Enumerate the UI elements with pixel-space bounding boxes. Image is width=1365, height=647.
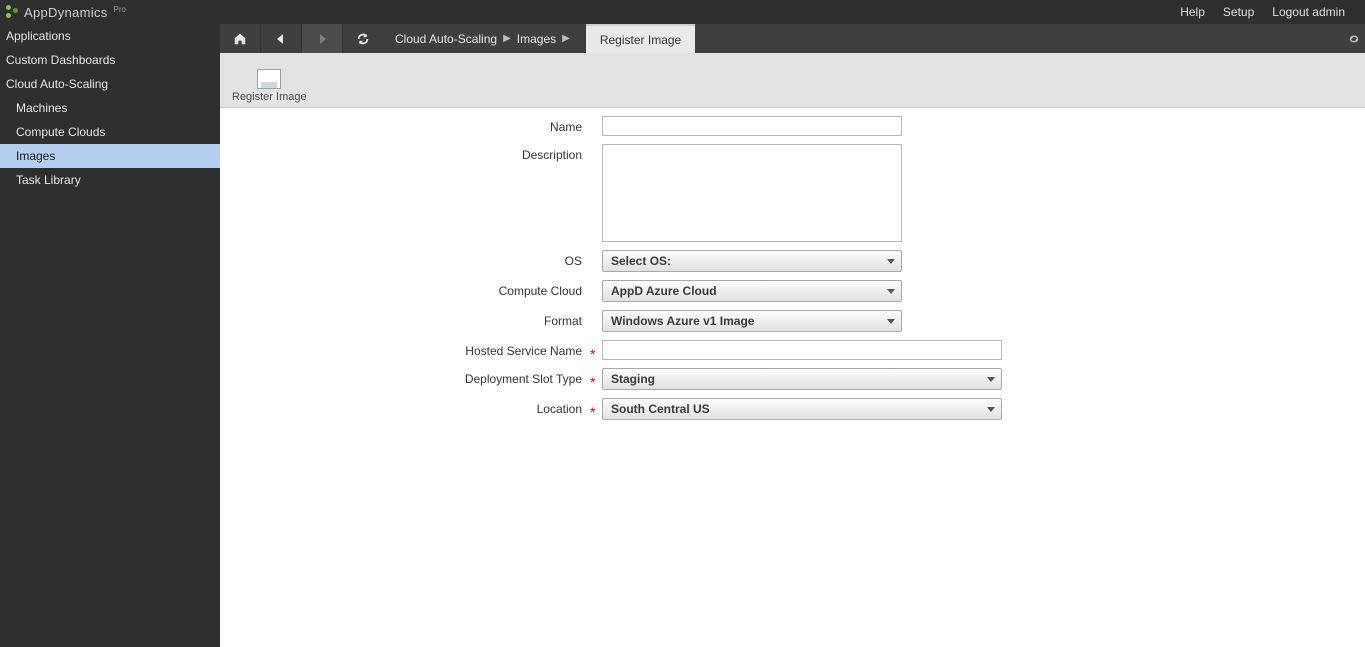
top-header: AppDynamics Pro Help Setup Logout admin	[0, 0, 1365, 24]
back-icon	[276, 34, 286, 44]
row-location: Location * South Central US	[220, 398, 1365, 420]
description-input[interactable]	[602, 144, 902, 242]
breadcrumb-item-1[interactable]: Images	[517, 32, 556, 46]
format-value: Windows Azure v1 Image	[611, 314, 754, 328]
row-compute-cloud: Compute Cloud AppD Azure Cloud	[220, 280, 1365, 302]
sidebar-item-applications[interactable]: Applications	[0, 24, 220, 48]
row-hosted-service: Hosted Service Name *	[220, 340, 1365, 360]
label-format: Format	[220, 310, 588, 328]
compute-cloud-value: AppD Azure Cloud	[611, 284, 717, 298]
brand-suffix: Pro	[114, 5, 126, 14]
brand-name: AppDynamics	[24, 5, 108, 20]
forward-icon	[317, 34, 327, 44]
row-os: OS Select OS:	[220, 250, 1365, 272]
label-hosted-service: Hosted Service Name	[220, 340, 588, 358]
required-marker: *	[590, 346, 598, 362]
top-right-links: Help Setup Logout admin	[1180, 5, 1365, 19]
format-dropdown[interactable]: Windows Azure v1 Image	[602, 310, 902, 332]
main-area: Cloud Auto-Scaling ▶ Images ▶ Register I…	[220, 24, 1365, 647]
label-os: OS	[220, 250, 588, 268]
chevron-down-icon	[887, 319, 895, 324]
register-image-icon	[257, 69, 281, 89]
tab-register-image[interactable]: Register Image	[586, 24, 695, 53]
label-compute-cloud: Compute Cloud	[220, 280, 588, 298]
required-marker: *	[590, 404, 598, 420]
deployment-slot-value: Staging	[611, 372, 655, 386]
sidebar-item-cloud-auto-scaling[interactable]: Cloud Auto-Scaling	[0, 72, 220, 96]
logout-link[interactable]: Logout admin	[1272, 5, 1345, 19]
chevron-down-icon	[887, 259, 895, 264]
breadcrumb-item-0[interactable]: Cloud Auto-Scaling	[395, 32, 497, 46]
breadcrumb: Cloud Auto-Scaling ▶ Images ▶	[383, 24, 582, 53]
chevron-down-icon	[987, 377, 995, 382]
brand-logo: AppDynamics Pro	[0, 5, 126, 20]
help-link[interactable]: Help	[1180, 5, 1205, 19]
row-name: Name	[220, 116, 1365, 136]
compute-cloud-dropdown[interactable]: AppD Azure Cloud	[602, 280, 902, 302]
row-description: Description	[220, 144, 1365, 242]
location-value: South Central US	[611, 402, 710, 416]
nav-forward-button[interactable]	[302, 24, 343, 53]
setup-link[interactable]: Setup	[1223, 5, 1254, 19]
register-image-button[interactable]: Register Image	[232, 69, 307, 107]
nav-home-button[interactable]	[220, 24, 261, 53]
home-icon	[233, 32, 247, 46]
nav-refresh-button[interactable]	[343, 24, 383, 53]
nav-link-icon[interactable]	[1343, 24, 1365, 53]
chevron-right-icon: ▶	[503, 33, 511, 44]
brand-icon	[6, 5, 20, 19]
sidebar-item-task-library[interactable]: Task Library	[0, 168, 220, 192]
link-icon	[1347, 32, 1361, 46]
deployment-slot-dropdown[interactable]: Staging	[602, 368, 1002, 390]
row-format: Format Windows Azure v1 Image	[220, 310, 1365, 332]
os-dropdown[interactable]: Select OS:	[602, 250, 902, 272]
sidebar-item-compute-clouds[interactable]: Compute Clouds	[0, 120, 220, 144]
location-dropdown[interactable]: South Central US	[602, 398, 1002, 420]
chevron-down-icon	[987, 407, 995, 412]
chevron-right-icon: ▶	[562, 33, 570, 44]
required-marker: *	[590, 374, 598, 390]
register-image-label: Register Image	[232, 91, 307, 103]
label-description: Description	[220, 144, 588, 162]
sidebar-item-custom-dashboards[interactable]: Custom Dashboards	[0, 48, 220, 72]
sub-toolbar: Register Image	[220, 53, 1365, 108]
os-value: Select OS:	[611, 254, 671, 268]
form-content: Name Description OS Select OS:	[220, 108, 1365, 647]
chevron-down-icon	[887, 289, 895, 294]
hosted-service-input[interactable]	[602, 340, 1002, 360]
name-input[interactable]	[602, 116, 902, 136]
sidebar-item-machines[interactable]: Machines	[0, 96, 220, 120]
nav-back-button[interactable]	[261, 24, 302, 53]
label-deployment-slot: Deployment Slot Type	[220, 368, 588, 386]
nav-toolbar: Cloud Auto-Scaling ▶ Images ▶ Register I…	[220, 24, 1365, 53]
tab-label: Register Image	[600, 33, 681, 47]
sidebar-item-images[interactable]: Images	[0, 144, 220, 168]
sidebar: Applications Custom Dashboards Cloud Aut…	[0, 24, 220, 647]
refresh-icon	[356, 32, 370, 46]
label-name: Name	[220, 116, 588, 134]
row-deployment-slot: Deployment Slot Type * Staging	[220, 368, 1365, 390]
label-location: Location	[220, 398, 588, 416]
